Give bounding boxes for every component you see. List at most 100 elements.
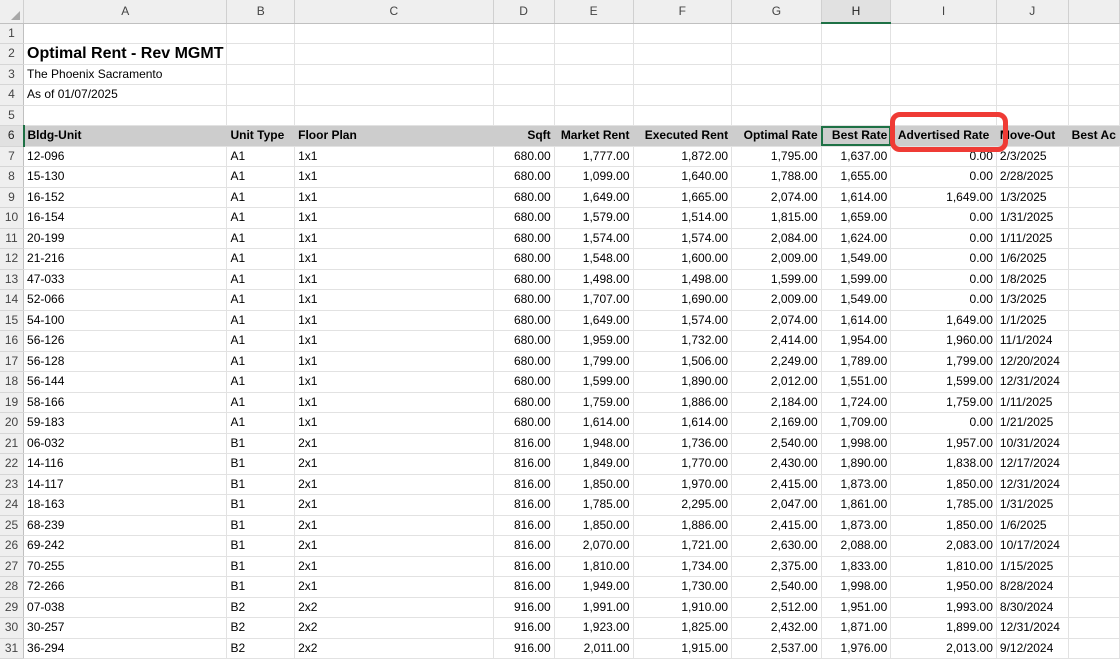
cell-j14[interactable]: 1/3/2025 (996, 289, 1069, 311)
cell-b15[interactable]: A1 (226, 310, 296, 331)
cell-i3[interactable] (890, 64, 997, 85)
row-header[interactable]: 1 (0, 23, 25, 44)
cell-i4[interactable] (890, 84, 997, 106)
cell-k23[interactable] (1068, 474, 1120, 495)
row-header[interactable]: 14 (0, 289, 25, 311)
cell-d2[interactable] (493, 43, 555, 65)
cell-e4[interactable] (554, 84, 634, 106)
cell-d19[interactable]: 680.00 (493, 392, 555, 413)
cell-g31[interactable]: 2,537.00 (731, 638, 822, 659)
cell-k12[interactable] (1068, 248, 1120, 270)
cell-g16[interactable]: 2,414.00 (731, 330, 822, 352)
cell-j25[interactable]: 1/6/2025 (996, 515, 1069, 536)
cell-c8[interactable]: 1x1 (294, 166, 494, 188)
cell-d16[interactable]: 680.00 (493, 330, 555, 352)
row-header[interactable]: 31 (0, 638, 25, 659)
cell-g2[interactable] (731, 43, 822, 65)
cell-d1[interactable] (493, 23, 555, 44)
column-header-h[interactable]: H (821, 0, 892, 24)
cell-f23[interactable]: 1,970.00 (633, 474, 733, 495)
cell-b2[interactable] (226, 43, 296, 65)
cell-f29[interactable]: 1,910.00 (633, 597, 733, 618)
cell-k27[interactable] (1068, 556, 1120, 577)
cell-e20[interactable]: 1,614.00 (554, 412, 634, 434)
cell-h26[interactable]: 2,088.00 (821, 535, 892, 557)
cell-h17[interactable]: 1,789.00 (821, 351, 892, 372)
cell-a28[interactable]: 72-266 (23, 576, 228, 598)
cell-b18[interactable]: A1 (226, 371, 296, 393)
cell-d12[interactable]: 680.00 (493, 248, 555, 270)
cell-g28[interactable]: 2,540.00 (731, 576, 822, 598)
cell-e6[interactable]: Market Rent (554, 125, 634, 147)
cell-i7[interactable]: 0.00 (890, 146, 997, 167)
cell-i17[interactable]: 1,799.00 (890, 351, 997, 372)
cell-b24[interactable]: B1 (226, 494, 296, 516)
cell-k28[interactable] (1068, 576, 1120, 598)
cell-a16[interactable]: 56-126 (23, 330, 228, 352)
row-header[interactable]: 28 (0, 576, 25, 598)
cell-e15[interactable]: 1,649.00 (554, 310, 634, 331)
cell-c4[interactable] (294, 84, 494, 106)
cell-j2[interactable] (996, 43, 1069, 65)
cell-h10[interactable]: 1,659.00 (821, 207, 892, 229)
cell-f3[interactable] (633, 64, 733, 85)
cell-f8[interactable]: 1,640.00 (633, 166, 733, 188)
cell-f15[interactable]: 1,574.00 (633, 310, 733, 331)
cell-h5[interactable] (821, 105, 892, 126)
cell-j1[interactable] (996, 23, 1069, 44)
cell-f10[interactable]: 1,514.00 (633, 207, 733, 229)
cell-d6[interactable]: Sqft (493, 125, 555, 147)
cell-h22[interactable]: 1,890.00 (821, 453, 892, 475)
cell-g20[interactable]: 2,169.00 (731, 412, 822, 434)
cell-a26[interactable]: 69-242 (23, 535, 228, 557)
cell-j9[interactable]: 1/3/2025 (996, 187, 1069, 208)
cell-e28[interactable]: 1,949.00 (554, 576, 634, 598)
cell-a4[interactable]: As of 01/07/2025 (23, 84, 228, 106)
cell-h20[interactable]: 1,709.00 (821, 412, 892, 434)
cell-e14[interactable]: 1,707.00 (554, 289, 634, 311)
cell-k4[interactable] (1068, 84, 1120, 106)
cell-i13[interactable]: 0.00 (890, 269, 997, 290)
cell-b10[interactable]: A1 (226, 207, 296, 229)
cell-g3[interactable] (731, 64, 822, 85)
cell-e5[interactable] (554, 105, 634, 126)
cell-h7[interactable]: 1,637.00 (821, 146, 892, 167)
cell-j27[interactable]: 1/15/2025 (996, 556, 1069, 577)
cell-d21[interactable]: 816.00 (493, 433, 555, 454)
cell-a31[interactable]: 36-294 (23, 638, 228, 659)
cell-i18[interactable]: 1,599.00 (890, 371, 997, 393)
cell-d17[interactable]: 680.00 (493, 351, 555, 372)
column-header-a[interactable]: A (23, 0, 228, 24)
cell-h18[interactable]: 1,551.00 (821, 371, 892, 393)
cell-h12[interactable]: 1,549.00 (821, 248, 892, 270)
cell-a21[interactable]: 06-032 (23, 433, 228, 454)
cell-k14[interactable] (1068, 289, 1120, 311)
cell-h31[interactable]: 1,976.00 (821, 638, 892, 659)
cell-b13[interactable]: A1 (226, 269, 296, 290)
cell-a2[interactable]: Optimal Rent - Rev MGMT (23, 43, 228, 65)
cell-j15[interactable]: 1/1/2025 (996, 310, 1069, 331)
cell-b19[interactable]: A1 (226, 392, 296, 413)
cell-k15[interactable] (1068, 310, 1120, 331)
cell-d15[interactable]: 680.00 (493, 310, 555, 331)
cell-e13[interactable]: 1,498.00 (554, 269, 634, 290)
column-header-f[interactable]: F (633, 0, 733, 24)
cell-b25[interactable]: B1 (226, 515, 296, 536)
cell-g4[interactable] (731, 84, 822, 106)
cell-j19[interactable]: 1/11/2025 (996, 392, 1069, 413)
cell-c11[interactable]: 1x1 (294, 228, 494, 249)
cell-g30[interactable]: 2,432.00 (731, 617, 822, 639)
row-header[interactable]: 4 (0, 84, 25, 106)
cell-f18[interactable]: 1,890.00 (633, 371, 733, 393)
cell-a10[interactable]: 16-154 (23, 207, 228, 229)
cell-d18[interactable]: 680.00 (493, 371, 555, 393)
cell-c5[interactable] (294, 105, 494, 126)
row-header[interactable]: 10 (0, 207, 25, 229)
cell-c28[interactable]: 2x1 (294, 576, 494, 598)
cell-d29[interactable]: 916.00 (493, 597, 555, 618)
cell-d20[interactable]: 680.00 (493, 412, 555, 434)
cell-a18[interactable]: 56-144 (23, 371, 228, 393)
cell-e23[interactable]: 1,850.00 (554, 474, 634, 495)
cell-a12[interactable]: 21-216 (23, 248, 228, 270)
cell-g26[interactable]: 2,630.00 (731, 535, 822, 557)
